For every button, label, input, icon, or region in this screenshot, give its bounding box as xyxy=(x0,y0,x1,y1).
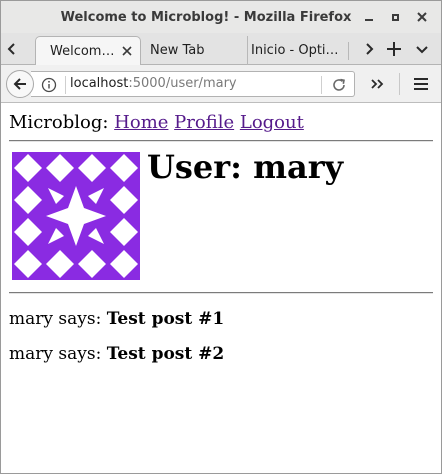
title-bar[interactable]: Welcome to Microblog! - Mozilla Firefox xyxy=(1,1,441,33)
post-body: Test post #1 xyxy=(106,309,225,329)
maximize-button[interactable] xyxy=(387,9,403,25)
close-window-button[interactable] xyxy=(414,9,430,25)
info-icon[interactable] xyxy=(41,77,57,93)
url-separator xyxy=(65,76,66,94)
minimize-icon xyxy=(365,19,373,21)
url-bar[interactable]: localhost:5000/user/mary xyxy=(31,71,355,97)
nav-link-logout[interactable]: Logout xyxy=(240,112,304,133)
tab-scroll-left-button[interactable] xyxy=(4,41,20,57)
tab-label: New Tab xyxy=(150,43,205,58)
horizontal-rule xyxy=(9,292,433,294)
nav-link-home[interactable]: Home xyxy=(114,112,168,133)
maximize-icon xyxy=(391,13,399,21)
avatar xyxy=(12,152,140,280)
hamburger-menu-icon[interactable] xyxy=(413,77,429,91)
chevron-left-icon xyxy=(7,43,15,55)
url-path: :5000/user/mary xyxy=(128,76,237,91)
tab-close-button[interactable] xyxy=(122,45,132,60)
tab-welcome[interactable]: Welcom… xyxy=(35,36,141,65)
reload-separator xyxy=(321,76,322,94)
post-author: mary says: xyxy=(9,309,102,329)
window-title: Welcome to Microblog! - Mozilla Firefox xyxy=(60,9,352,25)
chevron-down-icon xyxy=(416,46,428,54)
close-icon xyxy=(122,46,132,56)
site-nav: Microblog: Home Profile Logout xyxy=(9,112,304,133)
navigation-toolbar: localhost:5000/user/mary xyxy=(1,65,441,103)
new-tab-button[interactable] xyxy=(385,40,403,58)
url-text[interactable]: localhost:5000/user/mary xyxy=(70,76,237,91)
post-author: mary says: xyxy=(9,344,102,364)
tab-label: Welcom… xyxy=(50,43,115,59)
toolbar-separator xyxy=(399,73,400,95)
tab-new-tab[interactable]: New Tab xyxy=(147,36,233,65)
tab-inicio[interactable]: Inicio - Opti… xyxy=(247,36,349,65)
tab-list-button[interactable] xyxy=(414,42,430,56)
nav-link-profile[interactable]: Profile xyxy=(174,112,234,133)
back-arrow-icon xyxy=(13,78,26,90)
tab-strip: Welcom… New Tab Inicio - Opti… xyxy=(1,33,441,65)
plus-icon xyxy=(387,42,401,56)
horizontal-rule xyxy=(9,140,433,142)
tab-scroll-right-button[interactable] xyxy=(361,41,377,57)
post-item: mary says: Test post #1 xyxy=(9,309,224,329)
url-host: localhost xyxy=(70,76,129,91)
close-icon xyxy=(417,12,427,22)
minimize-button[interactable] xyxy=(361,9,377,25)
chevron-right-icon xyxy=(366,43,374,55)
browser-window: Welcome to Microblog! - Mozilla Firefox … xyxy=(0,0,442,474)
page-title: User: mary xyxy=(147,148,344,186)
post-body: Test post #2 xyxy=(106,344,225,364)
back-button[interactable] xyxy=(6,70,34,98)
post-item: mary says: Test post #2 xyxy=(9,344,224,364)
site-name: Microblog: xyxy=(9,112,109,133)
page-content: Microblog: Home Profile Logout User: mar… xyxy=(1,104,441,473)
double-chevron-icon[interactable] xyxy=(369,76,385,92)
reload-icon[interactable] xyxy=(331,77,347,93)
tab-label: Inicio - Opti… xyxy=(251,43,339,58)
